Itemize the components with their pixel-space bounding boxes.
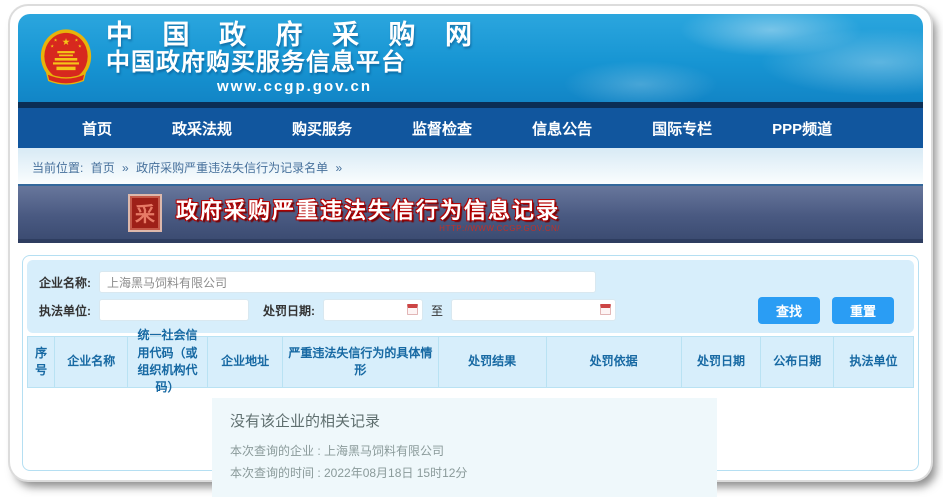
svg-text:★: ★ bbox=[74, 38, 78, 43]
nav-item[interactable]: 国际专栏 bbox=[622, 118, 742, 139]
penalty-date-label: 处罚日期: bbox=[263, 302, 315, 319]
svg-text:★: ★ bbox=[62, 37, 71, 48]
site-name: 中 国 政 府 采 购 网 bbox=[106, 21, 483, 49]
banner-url-caption: HTTP://WWW.CCGP.GOV.CN/ bbox=[439, 224, 560, 233]
breadcrumb-home-link[interactable]: 首页 bbox=[91, 161, 115, 175]
reset-button[interactable]: 重置 bbox=[832, 297, 894, 324]
seal-glyph: 采 bbox=[135, 198, 155, 227]
svg-text:★: ★ bbox=[50, 44, 54, 49]
calendar-icon[interactable] bbox=[600, 304, 611, 315]
main-nav: 首页政采法规购买服务监督检查信息公告国际专栏PPP频道 bbox=[18, 102, 923, 148]
svg-text:★: ★ bbox=[78, 44, 82, 49]
company-name-input[interactable] bbox=[99, 271, 596, 293]
date-to-input[interactable] bbox=[451, 299, 616, 321]
button-group: 查找 重置 bbox=[758, 297, 902, 324]
content-panel: 企业名称: 执法单位: 处罚日期: 至 查找 重置 bbox=[22, 255, 919, 471]
table-header-cell: 处罚依据 bbox=[547, 336, 682, 388]
breadcrumb-current-link[interactable]: 政府采购严重违法失信行为记录名单 bbox=[136, 161, 328, 175]
platform-name: 中国政府购买服务信息平台 bbox=[106, 49, 483, 77]
results-table-header: 序号企业名称统一社会信用代码（或组织机构代码）企业地址严重违法失信行为的具体情形… bbox=[27, 336, 914, 388]
breadcrumb: 当前位置: 首页 » 政府采购严重违法失信行为记录名单 » bbox=[18, 148, 923, 186]
calendar-icon[interactable] bbox=[407, 304, 418, 315]
query-result-box: 没有该企业的相关记录 本次查询的企业 : 上海黑马饲料有限公司 本次查询的时间 … bbox=[212, 398, 717, 497]
breadcrumb-trailing-separator: » bbox=[335, 161, 342, 175]
company-name-label: 企业名称: bbox=[39, 274, 91, 291]
table-header-cell: 序号 bbox=[27, 336, 55, 388]
queried-company-line: 本次查询的企业 : 上海黑马饲料有限公司 bbox=[230, 441, 699, 463]
no-record-message: 没有该企业的相关记录 bbox=[230, 410, 699, 431]
page-title: 政府采购严重违法失信行为信息记录 bbox=[176, 193, 560, 225]
search-button[interactable]: 查找 bbox=[758, 297, 820, 324]
site-url: www.ccgp.gov.cn bbox=[106, 78, 483, 95]
svg-text:★: ★ bbox=[54, 38, 58, 43]
table-header-cell: 处罚结果 bbox=[439, 336, 547, 388]
table-header-cell: 企业名称 bbox=[55, 336, 128, 388]
table-header-cell: 严重违法失信行为的具体情形 bbox=[283, 336, 438, 388]
table-header-cell: 公布日期 bbox=[761, 336, 834, 388]
page-banner: 采 政府采购严重违法失信行为信息记录 HTTP://WWW.CCGP.GOV.C… bbox=[18, 186, 923, 243]
site-title-block: 中 国 政 府 采 购 网 中国政府购买服务信息平台 www.ccgp.gov.… bbox=[106, 21, 483, 95]
form-row-company: 企业名称: bbox=[39, 268, 902, 296]
table-header-cell: 处罚日期 bbox=[682, 336, 762, 388]
site-header: ★ ★ ★ ★ ★ 中 国 政 府 采 购 网 中国政府购买服务信息平台 www… bbox=[18, 14, 923, 102]
procurement-seal-icon: 采 bbox=[128, 194, 162, 232]
agency-label: 执法单位: bbox=[39, 302, 91, 319]
national-emblem-icon: ★ ★ ★ ★ ★ bbox=[40, 28, 92, 88]
nav-item[interactable]: 监督检查 bbox=[382, 118, 502, 139]
app-window: ★ ★ ★ ★ ★ 中 国 政 府 采 购 网 中国政府购买服务信息平台 www… bbox=[10, 6, 931, 480]
breadcrumb-separator: » bbox=[122, 161, 129, 175]
form-row-filters: 执法单位: 处罚日期: 至 查找 重置 bbox=[39, 296, 902, 324]
nav-item[interactable]: 信息公告 bbox=[502, 118, 622, 139]
date-from-wrap bbox=[323, 299, 423, 321]
nav-item[interactable]: 购买服务 bbox=[262, 118, 382, 139]
search-form: 企业名称: 执法单位: 处罚日期: 至 查找 重置 bbox=[27, 260, 914, 333]
date-to-label: 至 bbox=[431, 302, 443, 319]
nav-item[interactable]: PPP频道 bbox=[742, 118, 862, 139]
nav-item[interactable]: 首页 bbox=[52, 118, 142, 139]
table-header-cell: 企业地址 bbox=[208, 336, 283, 388]
date-to-wrap bbox=[451, 299, 616, 321]
breadcrumb-label: 当前位置: bbox=[32, 161, 83, 175]
queried-time-line: 本次查询的时间 : 2022年08月18日 15时12分 bbox=[230, 463, 699, 485]
banner-text-block: 政府采购严重违法失信行为信息记录 HTTP://WWW.CCGP.GOV.CN/ bbox=[176, 193, 560, 233]
table-header-cell: 执法单位 bbox=[834, 336, 914, 388]
agency-input[interactable] bbox=[99, 299, 249, 321]
table-header-cell: 统一社会信用代码（或组织机构代码） bbox=[128, 336, 208, 388]
nav-item[interactable]: 政采法规 bbox=[142, 118, 262, 139]
